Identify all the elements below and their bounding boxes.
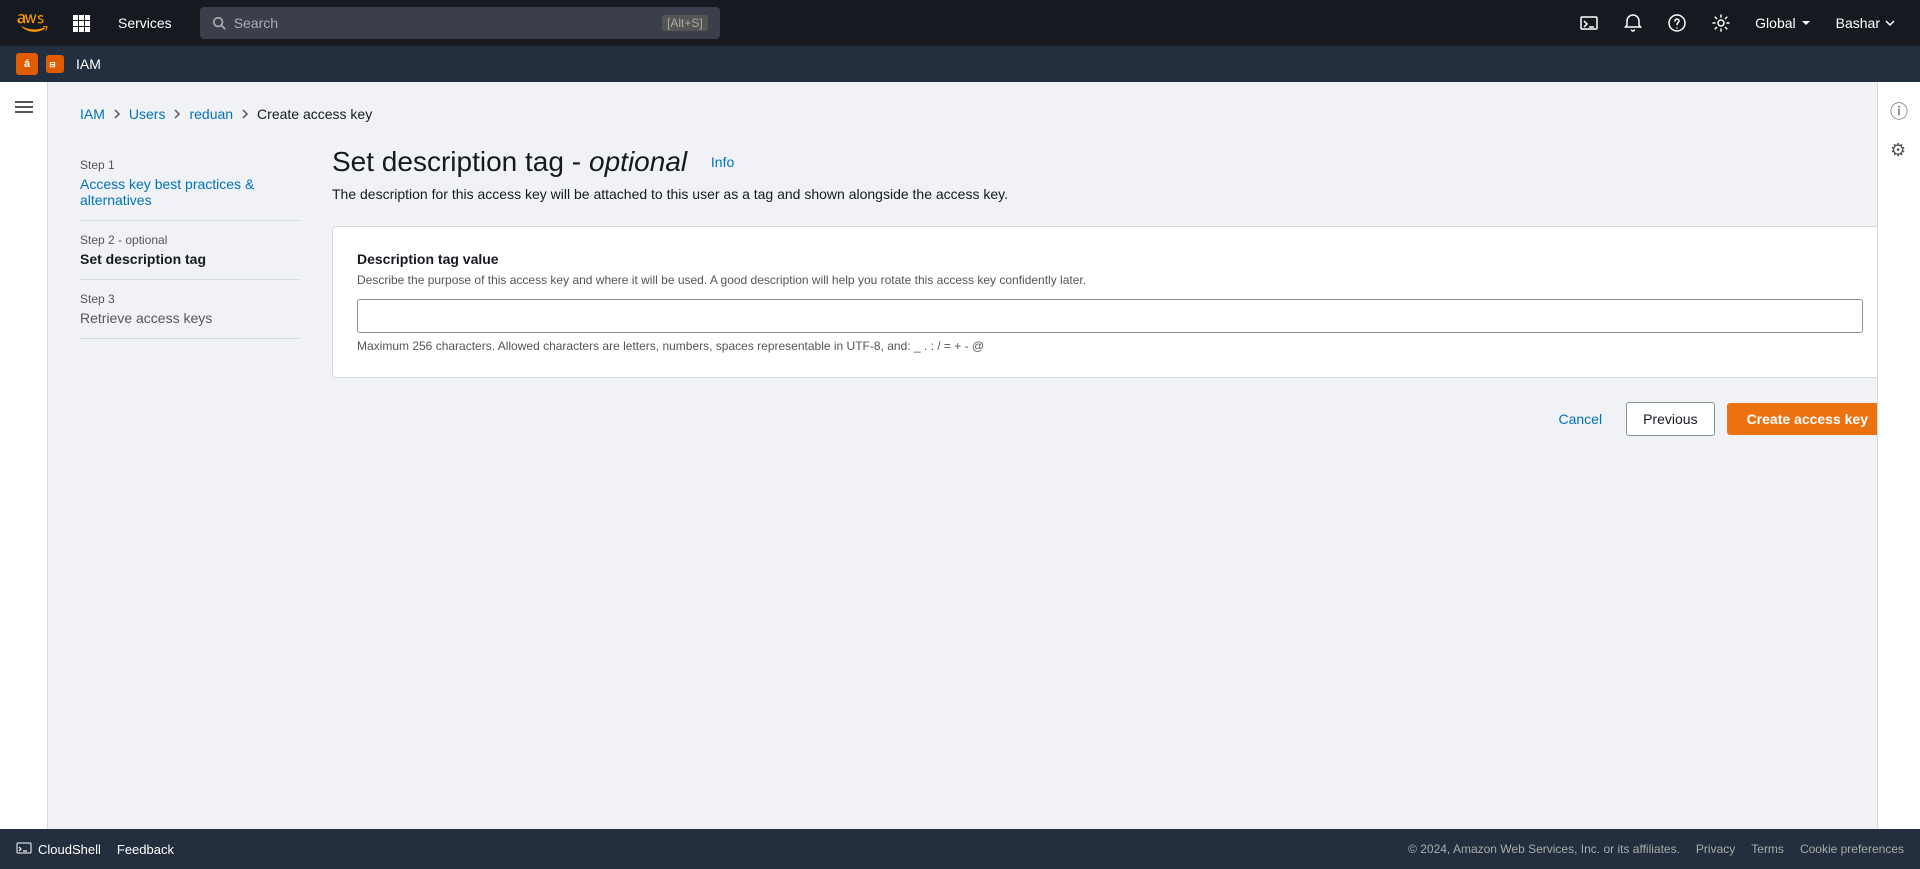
svg-text:⊟: ⊟ xyxy=(49,60,56,69)
services-button[interactable]: Services xyxy=(110,11,180,35)
char-limit-note: Maximum 256 characters. Allowed characte… xyxy=(357,339,1863,353)
user-menu[interactable]: Bashar xyxy=(1828,11,1904,35)
info-link[interactable]: Info xyxy=(711,154,734,170)
help-icon-button[interactable] xyxy=(1659,9,1695,37)
search-shortcut: [Alt+S] xyxy=(662,15,708,31)
cloudshell-icon xyxy=(16,841,32,857)
breadcrumb-users[interactable]: Users xyxy=(129,106,166,122)
breadcrumb-separator-2 xyxy=(173,108,181,120)
footer: CloudShell Feedback © 2024, Amazon Web S… xyxy=(0,829,1920,869)
step-2-name: Set description tag xyxy=(80,251,206,267)
privacy-link[interactable]: Privacy xyxy=(1696,842,1735,856)
page-content: Step 1 Access key best practices & alter… xyxy=(80,146,1888,436)
top-navigation: Services [Alt+S] Global Bashar xyxy=(0,0,1920,46)
steps-panel: Step 1 Access key best practices & alter… xyxy=(80,146,300,436)
region-label: Global xyxy=(1755,15,1795,31)
iam-service-icon: á xyxy=(16,53,38,75)
step-2-label: Step 2 - optional xyxy=(80,233,300,247)
info-utility-icon[interactable]: ⓘ xyxy=(1886,94,1912,128)
description-tag-input[interactable] xyxy=(357,299,1863,333)
step-2-item: Step 2 - optional Set description tag xyxy=(80,221,300,280)
cloudshell-label: CloudShell xyxy=(38,842,101,857)
search-input[interactable] xyxy=(234,15,654,31)
breadcrumb: IAM Users reduan Create access key xyxy=(80,106,1888,122)
help-icon xyxy=(1667,13,1687,33)
settings-utility-icon[interactable]: ⚙ xyxy=(1886,136,1912,165)
iam-icon-box: ⊟ xyxy=(46,55,64,73)
field-label: Description tag value xyxy=(357,251,1863,267)
iam-label: IAM xyxy=(76,56,101,72)
step-1-link[interactable]: Access key best practices & alternatives xyxy=(80,176,254,208)
step-1-label: Step 1 xyxy=(80,158,300,172)
footer-copyright: © 2024, Amazon Web Services, Inc. or its… xyxy=(1408,842,1680,856)
step-3-name: Retrieve access keys xyxy=(80,310,212,326)
terminal-icon xyxy=(1579,13,1599,33)
page-subtitle: The description for this access key will… xyxy=(332,186,1888,202)
breadcrumb-iam[interactable]: IAM xyxy=(80,106,105,122)
left-sidebar xyxy=(0,82,48,829)
hamburger-icon xyxy=(15,98,33,116)
content-wrapper: IAM Users reduan Create access key Step … xyxy=(48,82,1920,829)
service-bar: á ⊟ IAM xyxy=(0,46,1920,82)
grid-icon-button[interactable] xyxy=(64,10,98,36)
terms-link[interactable]: Terms xyxy=(1751,842,1784,856)
user-name: Bashar xyxy=(1836,15,1880,31)
search-icon xyxy=(212,16,226,30)
breadcrumb-separator-3 xyxy=(241,108,249,120)
nav-icons: Global Bashar xyxy=(1571,9,1904,37)
search-bar: [Alt+S] xyxy=(200,7,720,39)
bell-icon xyxy=(1623,13,1643,33)
region-selector[interactable]: Global xyxy=(1747,11,1819,35)
step-3-label: Step 3 xyxy=(80,292,300,306)
chevron-down-icon xyxy=(1800,17,1812,29)
breadcrumb-separator-1 xyxy=(113,108,121,120)
page-title-text: Set description tag - xyxy=(332,146,581,178)
main-layout: IAM Users reduan Create access key Step … xyxy=(0,82,1920,829)
feedback-button[interactable]: Feedback xyxy=(117,842,174,857)
cookie-link[interactable]: Cookie preferences xyxy=(1800,842,1904,856)
aws-logo[interactable] xyxy=(16,7,48,39)
page-title-italic: optional xyxy=(589,146,687,178)
previous-button[interactable]: Previous xyxy=(1626,402,1714,436)
service-name: á ⊟ IAM xyxy=(16,53,101,75)
form-area: Set description tag - optional Info The … xyxy=(332,146,1888,436)
bell-icon-button[interactable] xyxy=(1615,9,1651,37)
create-access-key-button[interactable]: Create access key xyxy=(1727,403,1888,435)
footer-links: Privacy Terms Cookie preferences xyxy=(1696,842,1904,856)
terminal-icon-button[interactable] xyxy=(1571,9,1607,37)
action-row: Cancel Previous Create access key xyxy=(332,402,1888,436)
right-utility-panel: ⓘ ⚙ xyxy=(1877,82,1920,829)
chevron-down-icon-user xyxy=(1884,17,1896,29)
settings-icon-button[interactable] xyxy=(1703,9,1739,37)
step-3-item: Step 3 Retrieve access keys xyxy=(80,280,300,339)
services-label: Services xyxy=(118,15,172,31)
page-title: Set description tag - optional Info xyxy=(332,146,1888,178)
breadcrumb-reduan[interactable]: reduan xyxy=(189,106,233,122)
sidebar-toggle-button[interactable] xyxy=(7,90,41,129)
field-hint: Describe the purpose of this access key … xyxy=(357,273,1863,287)
cloudshell-button[interactable]: CloudShell xyxy=(16,841,101,857)
form-card: Description tag value Describe the purpo… xyxy=(332,226,1888,378)
breadcrumb-current: Create access key xyxy=(257,106,372,122)
settings-icon xyxy=(1711,13,1731,33)
step-1-item: Step 1 Access key best practices & alter… xyxy=(80,146,300,221)
cancel-button[interactable]: Cancel xyxy=(1547,403,1615,435)
